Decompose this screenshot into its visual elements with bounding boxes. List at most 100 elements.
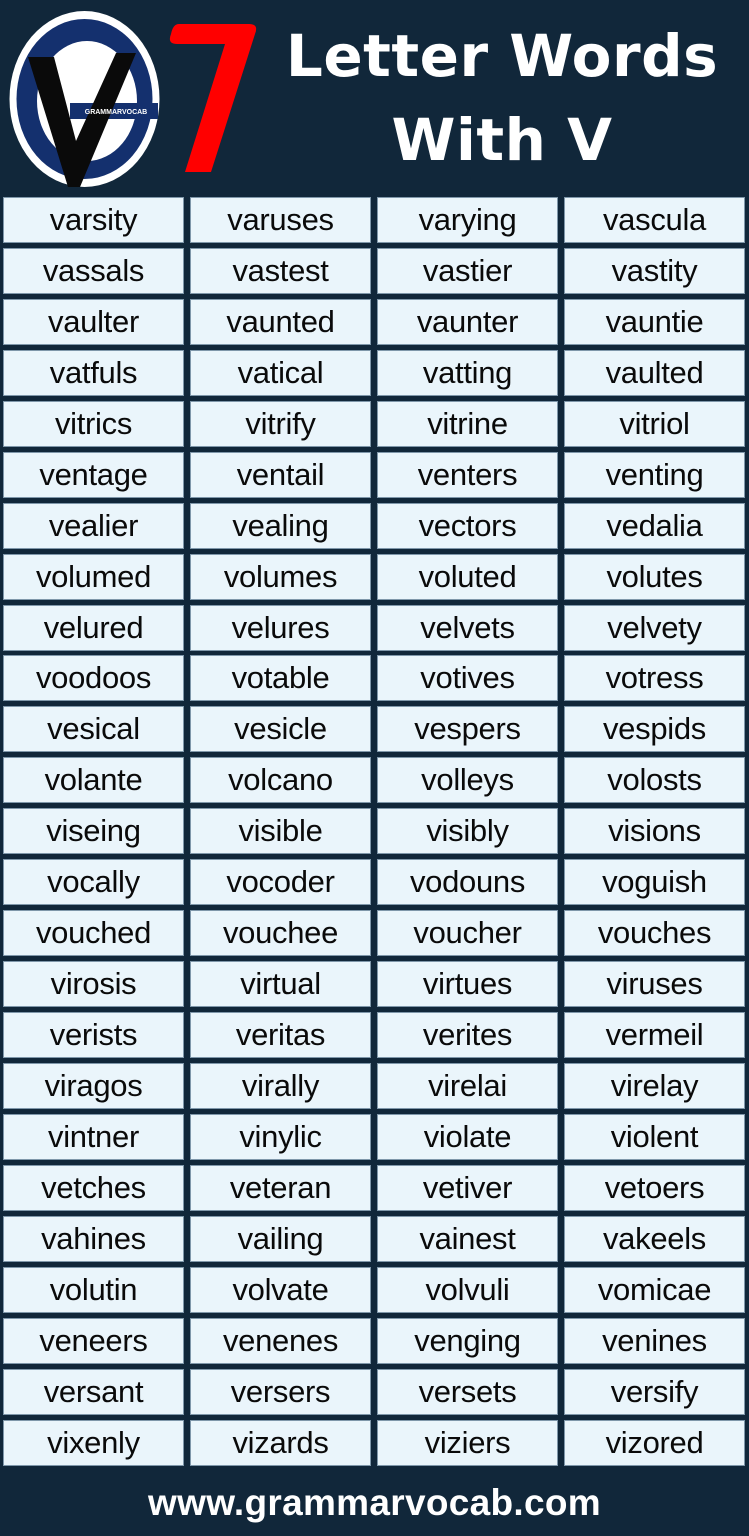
word-cell: vespers bbox=[377, 706, 558, 753]
word-cell: volante bbox=[3, 757, 184, 804]
word-cell: viziers bbox=[377, 1419, 558, 1466]
word-cell: vocally bbox=[3, 859, 184, 906]
word-cell: vitrics bbox=[3, 400, 184, 447]
word-cell: vainest bbox=[377, 1215, 558, 1262]
word-cell: verites bbox=[377, 1012, 558, 1058]
grammarvocab-logo: GRAMMARVOCAB bbox=[9, 11, 160, 187]
word-cell: vealier bbox=[3, 502, 184, 549]
word-cell: velvets bbox=[377, 604, 558, 651]
word-cell: ventage bbox=[3, 451, 184, 498]
word-cell: vespids bbox=[564, 706, 745, 753]
word-cell: volleys bbox=[377, 757, 558, 804]
word-cell: votable bbox=[190, 655, 371, 702]
word-cell: viruses bbox=[564, 961, 745, 1008]
word-cell: violent bbox=[564, 1113, 745, 1160]
word-cell: versets bbox=[377, 1368, 558, 1415]
word-cell: volumed bbox=[3, 553, 184, 600]
word-cell: volcano bbox=[190, 757, 371, 804]
word-cell: vastity bbox=[564, 247, 745, 294]
word-grid: varsity varuses varying vascula vassals vaste… bbox=[3, 197, 746, 1466]
word-cell: vectors bbox=[377, 502, 558, 549]
word-cell: vesical bbox=[3, 706, 184, 753]
word-cell: votives bbox=[377, 655, 558, 702]
word-cell: volvate bbox=[190, 1266, 371, 1313]
word-cell: vastier bbox=[377, 247, 558, 294]
word-cell: vatfuls bbox=[3, 349, 184, 396]
word-cell: vetoers bbox=[564, 1164, 745, 1211]
word-cell: virally bbox=[190, 1062, 371, 1109]
word-cell: volutes bbox=[564, 553, 745, 600]
word-cell: vizored bbox=[564, 1419, 745, 1466]
word-cell: vatting bbox=[377, 349, 558, 396]
word-cell: vouched bbox=[3, 910, 184, 957]
word-cell: vodouns bbox=[377, 859, 558, 906]
word-cell: vedalia bbox=[564, 502, 745, 549]
word-cell: vaunter bbox=[377, 298, 558, 345]
word-cell: varuses bbox=[190, 197, 371, 243]
word-cell: vatical bbox=[190, 349, 371, 396]
word-cell: vomicae bbox=[564, 1266, 745, 1313]
word-cell: venines bbox=[564, 1317, 745, 1364]
number-seven bbox=[169, 24, 257, 172]
word-cell: velures bbox=[190, 604, 371, 651]
word-cell: visible bbox=[190, 808, 371, 855]
word-cell: vailing bbox=[190, 1215, 371, 1262]
word-cell: versers bbox=[190, 1368, 371, 1415]
word-cell: volumes bbox=[190, 553, 371, 600]
word-cell: veritas bbox=[190, 1012, 371, 1058]
word-cell: virtues bbox=[377, 961, 558, 1008]
word-cell: vascula bbox=[564, 197, 745, 243]
word-cell: varying bbox=[377, 197, 558, 243]
word-cell: voucher bbox=[377, 910, 558, 957]
word-cell: veteran bbox=[190, 1164, 371, 1211]
word-cell: voluted bbox=[377, 553, 558, 600]
word-cell: visibly bbox=[377, 808, 558, 855]
word-cell: vizards bbox=[190, 1419, 371, 1466]
word-cell: vitrine bbox=[377, 400, 558, 447]
word-cell: verists bbox=[3, 1012, 184, 1058]
word-cell: velvety bbox=[564, 604, 745, 651]
word-cell: venging bbox=[377, 1317, 558, 1364]
word-cell: versant bbox=[3, 1368, 184, 1415]
word-cell: vaulted bbox=[564, 349, 745, 396]
word-cell: vinylic bbox=[190, 1113, 371, 1160]
word-cell: vouchee bbox=[190, 910, 371, 957]
word-cell: votress bbox=[564, 655, 745, 702]
title-line-2: With V bbox=[391, 106, 613, 174]
word-cell: versify bbox=[564, 1368, 745, 1415]
word-cell: vocoder bbox=[190, 859, 371, 906]
word-cell: violate bbox=[377, 1113, 558, 1160]
word-cell: virosis bbox=[3, 961, 184, 1008]
word-cell: voodoos bbox=[3, 655, 184, 702]
word-cell: virelay bbox=[564, 1062, 745, 1109]
word-cell: voguish bbox=[564, 859, 745, 906]
word-cell: viragos bbox=[3, 1062, 184, 1109]
word-cell: virelai bbox=[377, 1062, 558, 1109]
word-cell: vermeil bbox=[564, 1012, 745, 1058]
word-cell: vealing bbox=[190, 502, 371, 549]
word-cell: vahines bbox=[3, 1215, 184, 1262]
page-title: Letter Words With V bbox=[262, 14, 742, 182]
word-cell: vitriol bbox=[564, 400, 745, 447]
word-cell: vassals bbox=[3, 247, 184, 294]
word-cell: vakeels bbox=[564, 1215, 745, 1262]
word-cell: vauntie bbox=[564, 298, 745, 345]
word-cell: vetiver bbox=[377, 1164, 558, 1211]
title-line-1: Letter Words bbox=[285, 22, 719, 90]
word-cell: venting bbox=[564, 451, 745, 498]
word-cell: virtual bbox=[190, 961, 371, 1008]
word-cell: varsity bbox=[3, 197, 184, 243]
word-cell: veneers bbox=[3, 1317, 184, 1364]
word-cell: vitrify bbox=[190, 400, 371, 447]
logo-text: GRAMMARVOCAB bbox=[85, 109, 147, 116]
word-cell: vesicle bbox=[190, 706, 371, 753]
word-cell: vintner bbox=[3, 1113, 184, 1160]
seven-glyph bbox=[169, 24, 257, 172]
word-cell: volutin bbox=[3, 1266, 184, 1313]
website-url: www.grammarvocab.com bbox=[148, 1482, 601, 1523]
word-cell: venters bbox=[377, 451, 558, 498]
word-cell: visions bbox=[564, 808, 745, 855]
word-cell: ventail bbox=[190, 451, 371, 498]
word-cell: volvuli bbox=[377, 1266, 558, 1313]
word-cell: vastest bbox=[190, 247, 371, 294]
